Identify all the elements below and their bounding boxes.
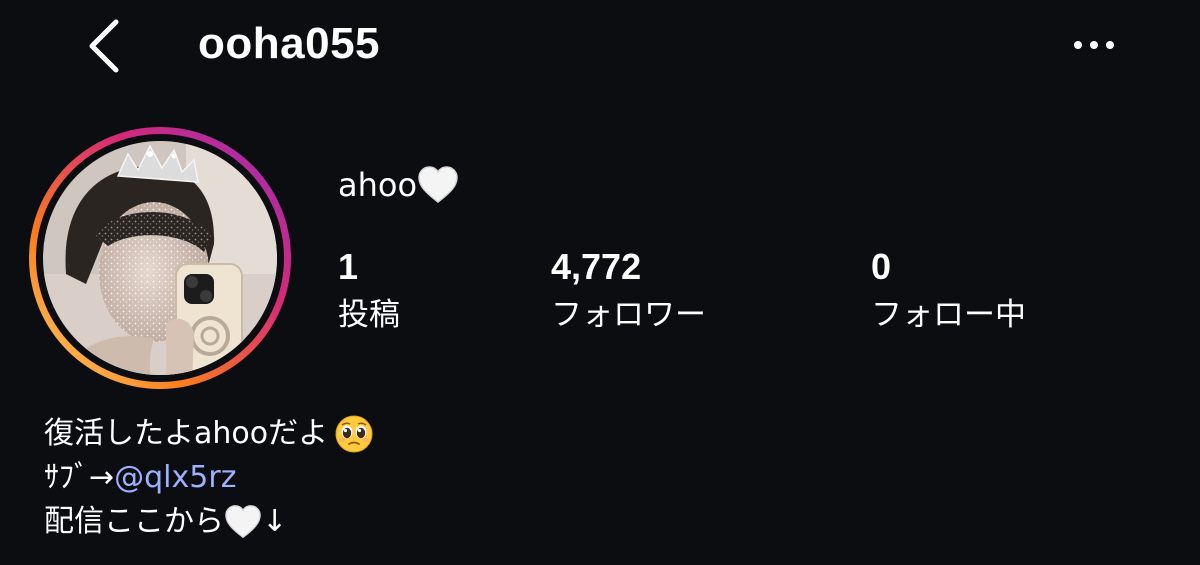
back-button[interactable] xyxy=(78,14,134,78)
more-horizontal-icon xyxy=(1074,41,1114,49)
bio-line-2-prefix: ｻﾌﾞ→ xyxy=(44,460,115,495)
stat-posts[interactable]: 1 投稿 xyxy=(338,246,400,340)
profile-display-name: ahoo xyxy=(338,162,459,208)
posts-label: 投稿 xyxy=(338,297,400,333)
bio-line-1: 復活したよahooだよ xyxy=(44,412,744,456)
profile-avatar[interactable] xyxy=(26,124,294,392)
profile-username: ooha055 xyxy=(198,19,381,68)
chevron-left-icon xyxy=(89,19,119,73)
stat-following[interactable]: 0 フォロー中 xyxy=(871,246,1026,340)
display-name-text: ahoo xyxy=(338,166,418,204)
profile-bio: 復活したよahooだよ ｻﾌﾞ→ @qlx5rz 配信ここから ↓ xyxy=(44,412,744,544)
stat-followers[interactable]: 4,772 フォロワー xyxy=(551,246,706,340)
posts-count: 1 xyxy=(338,246,359,287)
bio-line-1-text: 復活したよahooだよ xyxy=(44,416,329,451)
avatar-photo xyxy=(43,141,277,375)
bio-line-2: ｻﾌﾞ→ @qlx5rz xyxy=(44,456,744,500)
bio-line-3: 配信ここから ↓ xyxy=(44,500,744,544)
followers-count: 4,772 xyxy=(551,246,642,287)
more-options-button[interactable] xyxy=(1068,28,1124,62)
pleading-face-emoji-icon xyxy=(335,415,373,453)
followers-label: フォロワー xyxy=(551,297,706,333)
bio-mention-link[interactable]: @qlx5rz xyxy=(114,456,236,500)
white-heart-icon xyxy=(418,166,458,203)
bio-line-3-arrow: ↓ xyxy=(262,504,288,539)
following-count: 0 xyxy=(871,246,892,287)
bio-line-3-text: 配信ここから xyxy=(44,504,224,539)
white-heart-icon xyxy=(225,505,261,539)
following-label: フォロー中 xyxy=(871,297,1026,333)
